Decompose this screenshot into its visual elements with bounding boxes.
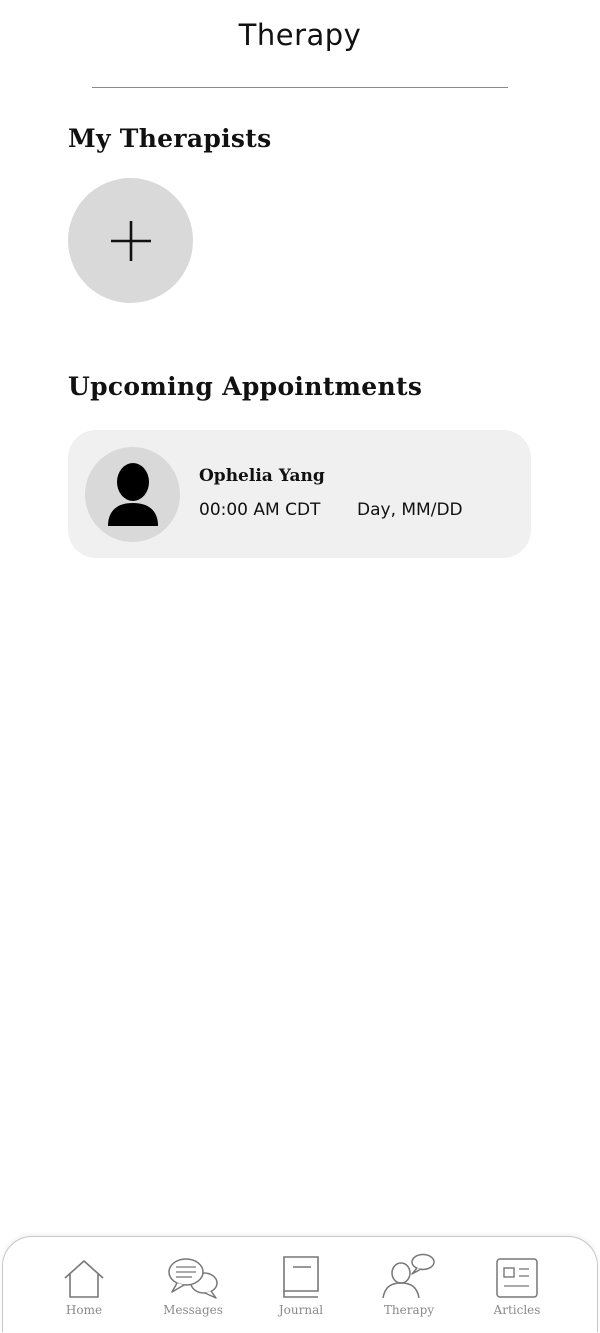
add-therapist-button[interactable] — [68, 178, 193, 303]
appointment-therapist-name: Ophelia Yang — [199, 466, 325, 486]
home-icon — [64, 1260, 104, 1298]
appointment-time: 00:00 AM CDT — [199, 500, 321, 520]
nav-label-messages: Messages — [163, 1303, 223, 1317]
bottom-nav-bar: Home Messages Journal Therapy Articles — [2, 1236, 598, 1332]
book-icon — [283, 1256, 319, 1298]
nav-item-journal[interactable]: Journal — [247, 1237, 355, 1332]
page-title: Therapy — [238, 18, 362, 52]
nav-item-home[interactable]: Home — [30, 1237, 138, 1332]
my-therapists-title: My Therapists — [68, 124, 272, 153]
nav-label-articles: Articles — [493, 1303, 541, 1317]
header-divider — [92, 87, 508, 88]
avatar — [85, 447, 180, 542]
therapist-icon — [382, 1253, 435, 1299]
upcoming-appointments-title: Upcoming Appointments — [68, 372, 423, 401]
nav-label-home: Home — [65, 1303, 103, 1317]
nav-label-journal: Journal — [278, 1303, 324, 1317]
person-icon — [107, 462, 158, 526]
newspaper-icon — [496, 1258, 538, 1298]
appointment-card[interactable]: Ophelia Yang 00:00 AM CDT Day, MM/DD — [68, 430, 531, 558]
nav-item-therapy[interactable]: Therapy — [355, 1237, 463, 1332]
nav-item-articles[interactable]: Articles — [463, 1237, 571, 1332]
plus-icon — [110, 220, 151, 261]
nav-label-therapy: Therapy — [383, 1303, 435, 1317]
chat-bubbles-icon — [168, 1258, 218, 1299]
nav-item-messages[interactable]: Messages — [139, 1237, 247, 1332]
appointment-date: Day, MM/DD — [357, 500, 463, 520]
